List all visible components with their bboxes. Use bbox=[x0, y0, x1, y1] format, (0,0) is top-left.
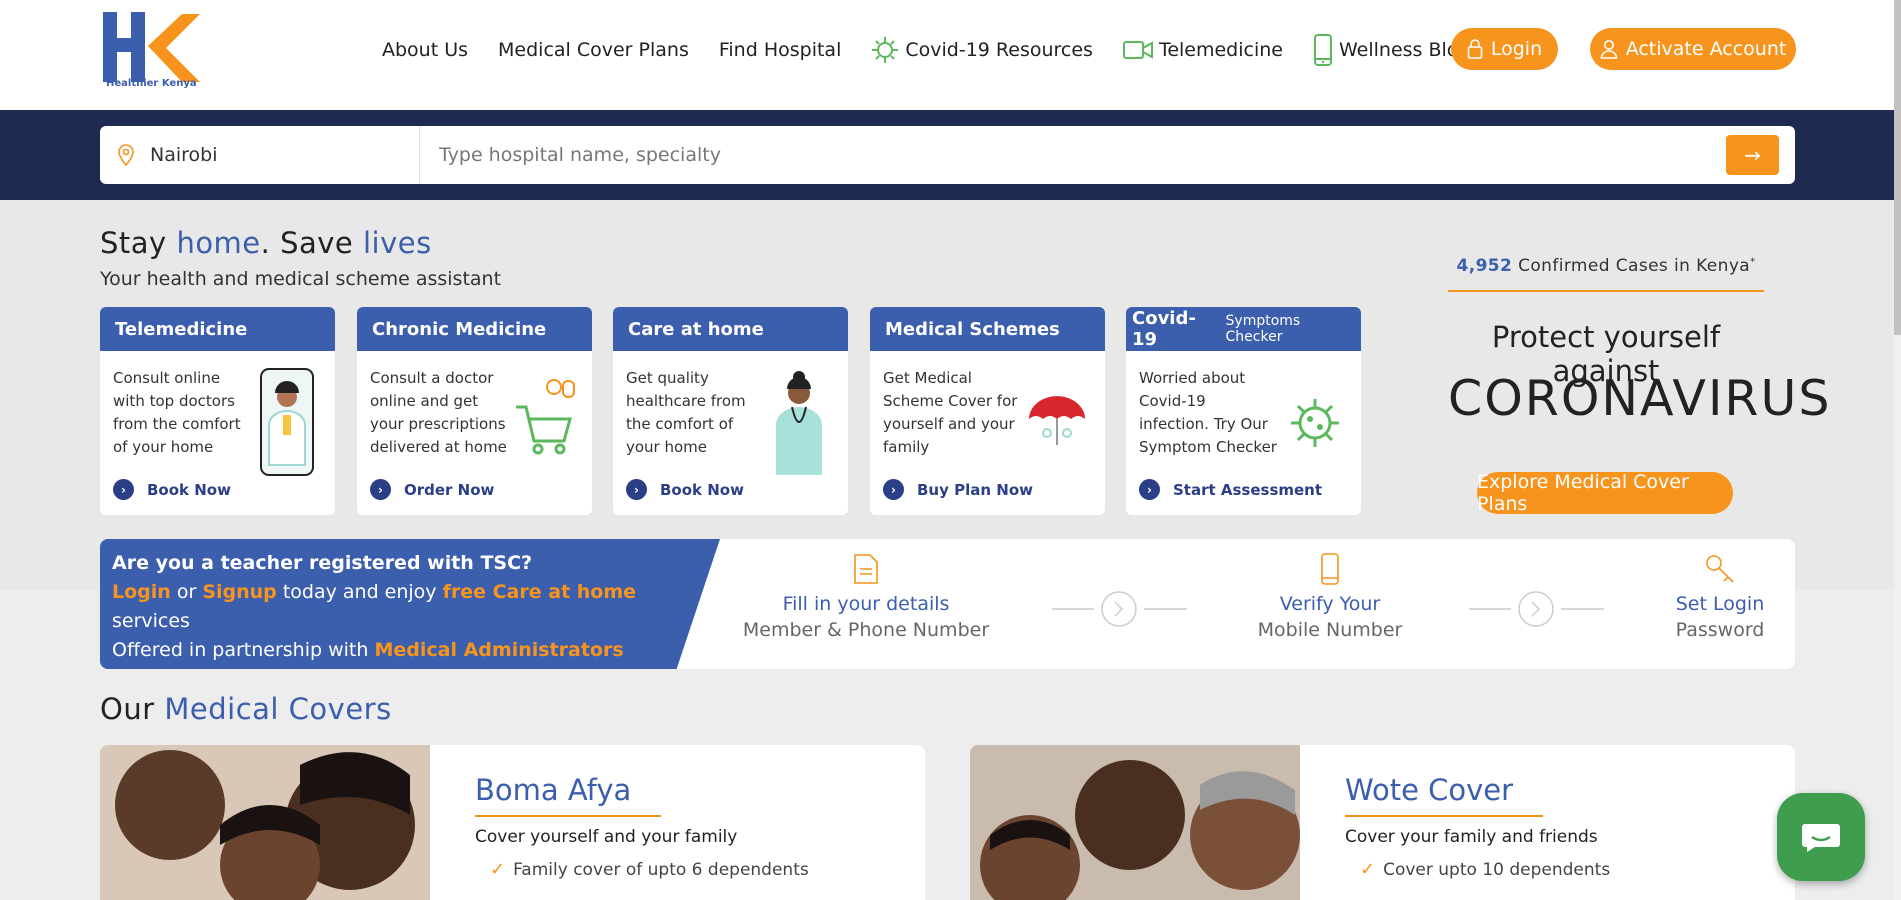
step-fill-details: Fill in your details Member & Phone Numb… bbox=[736, 553, 996, 643]
nav-about-us[interactable]: About Us bbox=[382, 39, 468, 61]
chevron-right-icon: › bbox=[370, 479, 391, 500]
virus-icon bbox=[1291, 399, 1339, 447]
chevron-right-icon: › bbox=[883, 479, 904, 500]
hero-subtitle: Your health and medical scheme assistant bbox=[100, 268, 502, 290]
arrow-right-icon: → bbox=[1744, 143, 1761, 167]
nav-telemedicine-label: Telemedicine bbox=[1158, 39, 1283, 61]
family-photo bbox=[970, 745, 1300, 900]
hero-section: Stay home. Save lives Your health and me… bbox=[0, 200, 1894, 590]
card-title: Medical Schemes bbox=[870, 307, 1105, 351]
scrollbar-thumb[interactable] bbox=[1894, 0, 1901, 335]
nav-telemedicine[interactable]: Telemedicine bbox=[1122, 39, 1283, 61]
activate-account-button[interactable]: Activate Account bbox=[1590, 28, 1796, 70]
nav-find-hospital[interactable]: Find Hospital bbox=[719, 39, 842, 61]
logo-tagline: Healthier Kenya bbox=[106, 78, 197, 89]
mobile-phone-icon bbox=[1321, 553, 1339, 585]
card-description: Get quality healthcare from the comfort … bbox=[626, 369, 746, 456]
mobile-phone-icon bbox=[1313, 34, 1332, 66]
login-button[interactable]: Login bbox=[1451, 28, 1558, 70]
cover-name: Wote Cover bbox=[1345, 773, 1544, 817]
hospital-search-input[interactable] bbox=[421, 126, 1701, 184]
card-link[interactable]: › Start Assessment bbox=[1139, 479, 1322, 500]
cover-description: Cover yourself and your family bbox=[475, 827, 738, 847]
hero-title: Stay home. Save lives bbox=[100, 226, 432, 260]
tsc-promo-text: Are you a teacher registered with TSC? L… bbox=[112, 549, 672, 669]
tsc-signup-link[interactable]: Signup bbox=[202, 581, 276, 603]
confirmed-cases: 4,952 Confirmed Cases in Kenya* bbox=[1448, 256, 1764, 292]
cover-feature: ✓ Family cover of upto 6 dependents bbox=[490, 859, 809, 880]
card-title: Care at home bbox=[613, 307, 848, 351]
card-link[interactable]: › Book Now bbox=[626, 479, 744, 500]
umbrella-family-icon bbox=[1029, 396, 1085, 445]
card-description: Worried about Covid-19 infection. Try Ou… bbox=[1139, 369, 1277, 456]
video-camera-icon bbox=[1122, 41, 1153, 59]
card-link[interactable]: › Book Now bbox=[113, 479, 231, 500]
chat-widget-button[interactable] bbox=[1777, 793, 1865, 881]
main-nav: About Us Medical Cover Plans Find Hospit… bbox=[382, 28, 1500, 72]
chevron-right-icon: › bbox=[626, 479, 647, 500]
service-card-chronic-medicine[interactable]: Chronic Medicine Consult a doctor online… bbox=[357, 307, 592, 515]
virus-icon bbox=[872, 37, 899, 63]
key-icon bbox=[1706, 555, 1734, 583]
step-arrow-icon bbox=[1052, 591, 1187, 627]
lock-icon bbox=[1467, 39, 1483, 59]
map-pin-icon bbox=[118, 144, 134, 166]
card-link[interactable]: › Order Now bbox=[370, 479, 494, 500]
nav-covid-resources[interactable]: Covid-19 Resources bbox=[871, 36, 1093, 64]
card-title: Chronic Medicine bbox=[357, 307, 592, 351]
cover-card-wote-cover[interactable]: Wote Cover Cover your family and friends… bbox=[970, 745, 1795, 900]
user-icon bbox=[1600, 40, 1617, 59]
chevron-right-icon: › bbox=[113, 479, 134, 500]
card-title: Telemedicine bbox=[100, 307, 335, 351]
chat-bubble-icon bbox=[1802, 824, 1840, 852]
step-arrow-icon bbox=[1469, 591, 1604, 627]
search-band: Nairobi → bbox=[0, 110, 1894, 200]
step-set-password: Set Login Password bbox=[1660, 553, 1780, 643]
cover-description: Cover your family and friends bbox=[1345, 827, 1598, 847]
chevron-right-icon: › bbox=[1139, 479, 1160, 500]
card-description: Consult online with top doctors from the… bbox=[113, 369, 241, 456]
nav-covid-label: Covid-19 Resources bbox=[905, 39, 1093, 61]
search-submit-button[interactable]: → bbox=[1726, 135, 1779, 175]
shopping-cart-pills-icon bbox=[516, 379, 575, 455]
checkmark-icon: ✓ bbox=[1360, 859, 1376, 880]
card-description: Consult a doctor online and get your pre… bbox=[370, 369, 507, 456]
service-card-covid-symptoms-checker[interactable]: Covid-19 Symptoms Checker Worried about C… bbox=[1126, 307, 1361, 515]
service-card-care-at-home[interactable]: Care at home Get quality healthcare from… bbox=[613, 307, 848, 515]
activate-account-label: Activate Account bbox=[1625, 38, 1787, 60]
coronavirus-heading: CORONAVIRUS bbox=[1448, 370, 1832, 427]
search-box: Nairobi → bbox=[100, 126, 1795, 184]
location-value: Nairobi bbox=[150, 144, 218, 166]
login-label: Login bbox=[1490, 38, 1543, 60]
nav-medical-cover-plans[interactable]: Medical Cover Plans bbox=[498, 39, 689, 61]
location-selector[interactable]: Nairobi bbox=[100, 126, 420, 184]
page-scrollbar[interactable] bbox=[1894, 0, 1901, 900]
nav-wellness-blog[interactable]: Wellness Blog bbox=[1313, 34, 1470, 66]
card-title: Covid-19 Symptoms Checker bbox=[1126, 307, 1361, 351]
nurse-illustration bbox=[776, 371, 822, 475]
tsc-login-link[interactable]: Login bbox=[112, 581, 171, 603]
service-card-telemedicine[interactable]: Telemedicine Consult online with top doc… bbox=[100, 307, 335, 515]
cover-feature: ✓ Cover upto 10 dependents bbox=[1360, 859, 1611, 880]
card-description: Get Medical Scheme Cover for yourself an… bbox=[883, 369, 1018, 456]
card-link[interactable]: › Buy Plan Now bbox=[883, 479, 1033, 500]
cover-card-boma-afya[interactable]: Boma Afya Cover yourself and your family… bbox=[100, 745, 925, 900]
tsc-teachers-banner: Are you a teacher registered with TSC? L… bbox=[100, 539, 1795, 669]
site-header: Healthier Kenya About Us Medical Cover P… bbox=[0, 0, 1901, 110]
checkmark-icon: ✓ bbox=[490, 859, 506, 880]
family-photo bbox=[100, 745, 430, 900]
cover-name: Boma Afya bbox=[475, 773, 662, 817]
medical-covers-heading: Our Medical Covers bbox=[100, 692, 392, 726]
service-card-medical-schemes[interactable]: Medical Schemes Get Medical Scheme Cover… bbox=[870, 307, 1105, 515]
step-verify-mobile: Verify Your Mobile Number bbox=[1230, 553, 1430, 643]
explore-medical-cover-plans-button[interactable]: Explore Medical Cover Plans bbox=[1477, 471, 1733, 515]
doctor-on-phone-illustration bbox=[260, 368, 314, 476]
document-icon bbox=[854, 554, 878, 584]
